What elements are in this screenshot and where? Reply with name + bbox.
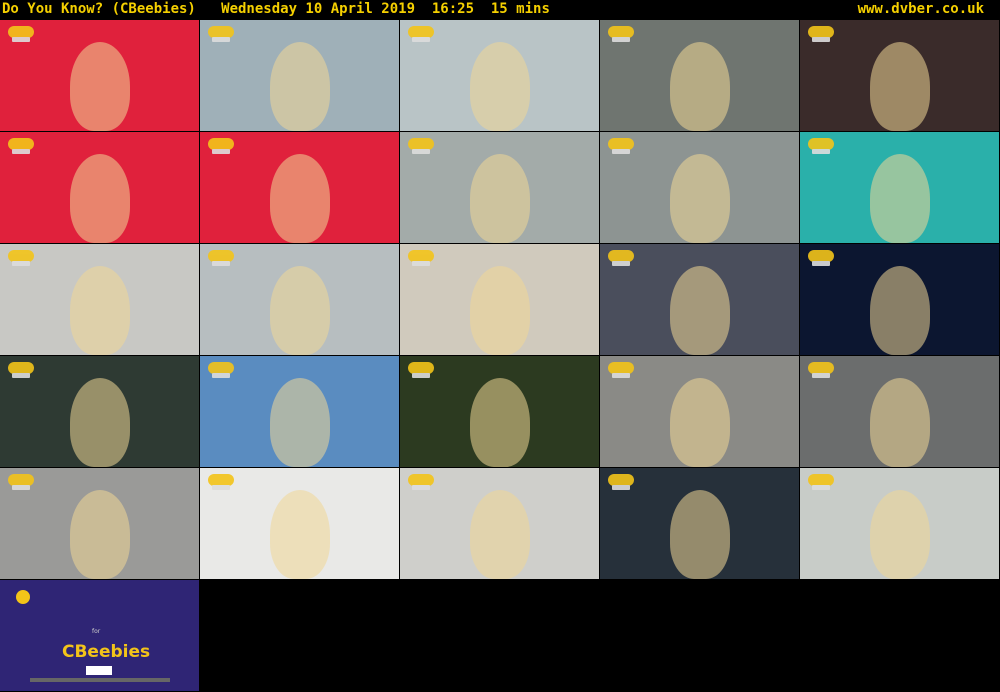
channel-logo-icon — [8, 250, 34, 266]
channel-logo-icon — [8, 362, 34, 378]
thumbnail-thermal-camera-airlock[interactable] — [800, 356, 999, 467]
channel-logo-icon — [608, 26, 634, 42]
scene-subject — [70, 490, 130, 579]
channel-logo-icon — [808, 26, 834, 42]
thumbnail-presenter-spacesuit-rocket[interactable] — [800, 468, 999, 579]
thumbnail-lift-diagram[interactable] — [0, 132, 199, 243]
scene-subject — [270, 378, 330, 467]
channel-logo-icon — [808, 362, 834, 378]
mascot-icon — [16, 590, 30, 604]
scene-subject — [70, 266, 130, 355]
thumbnail-cbeebies-endcard[interactable]: for CBeebies — [0, 580, 199, 691]
channel-logo-icon — [608, 474, 634, 490]
thumbnail-presenter-spacesuit-exhibit[interactable] — [0, 356, 199, 467]
scene-subject — [670, 490, 730, 579]
channel-logo-icon — [408, 362, 434, 378]
thumbnail-white-blur[interactable] — [400, 468, 599, 579]
thumbnail-lift-shaft-view[interactable] — [600, 132, 799, 243]
thumbnail-presenter-closeup-sky[interactable] — [200, 356, 399, 467]
scene-subject — [470, 266, 530, 355]
channel-logo-icon — [208, 362, 234, 378]
scene-subject — [870, 154, 930, 243]
scene-subject — [70, 378, 130, 467]
bbc-logo — [86, 666, 112, 675]
channel-logo-icon — [208, 474, 234, 490]
thumbnail-spacesuit-closeup[interactable] — [200, 468, 399, 579]
channel-logo-icon — [8, 474, 34, 490]
channel-logo-icon — [208, 250, 234, 266]
scene-subject — [270, 42, 330, 131]
scene-subject — [470, 378, 530, 467]
channel-logo-icon — [808, 474, 834, 490]
scene-subject — [270, 154, 330, 243]
thumbnail-presenter-lift[interactable] — [400, 20, 599, 131]
scene-subject — [270, 490, 330, 579]
thumbnail-presenter-hard-hat-worker[interactable] — [0, 244, 199, 355]
scene-subject — [470, 42, 530, 131]
scene-subject — [470, 154, 530, 243]
thumbnail-presenter-hard-hat-lift[interactable] — [400, 132, 599, 243]
scene-subject — [70, 42, 130, 131]
scene-subject — [670, 266, 730, 355]
credit-line — [30, 678, 170, 682]
header-bar: Do You Know? (CBeebies) Wednesday 10 Apr… — [0, 0, 1000, 20]
thumbnail-presenter-waving-teal-frame[interactable] — [800, 132, 999, 243]
cbeebies-logo: CBeebies — [62, 642, 151, 662]
scene-subject — [70, 154, 130, 243]
thumbnail-presenter-lift-door[interactable] — [600, 20, 799, 131]
channel-logo-icon — [408, 26, 434, 42]
channel-logo-icon — [8, 26, 34, 42]
channel-logo-icon — [408, 250, 434, 266]
thumbnail-presenter-hard-hat-worker-2[interactable] — [200, 244, 399, 355]
channel-logo-icon — [608, 250, 634, 266]
thumbnail-remote-control[interactable] — [0, 20, 199, 131]
scene-subject — [270, 266, 330, 355]
scene-subject — [670, 378, 730, 467]
scene-subject — [670, 154, 730, 243]
channel-logo-icon — [208, 138, 234, 154]
channel-logo-icon — [8, 138, 34, 154]
channel-logo-icon — [608, 138, 634, 154]
thumbnail-red-dot-display[interactable] — [800, 20, 999, 131]
channel-logo-icon — [808, 138, 834, 154]
channel-logo-icon — [208, 26, 234, 42]
scene-subject — [870, 42, 930, 131]
channel-logo-icon — [408, 138, 434, 154]
page-title: Do You Know? (CBeebies) Wednesday 10 Apr… — [2, 1, 550, 17]
endcard-for: for — [92, 628, 101, 635]
thumbnail-presenter-lift-shaft[interactable] — [200, 20, 399, 131]
channel-logo-icon — [808, 250, 834, 266]
thumbnail-lift-diagram-arrow[interactable] — [200, 132, 399, 243]
scene-subject — [670, 42, 730, 131]
site-link[interactable]: www.dvber.co.uk — [858, 1, 984, 17]
channel-logo-icon — [408, 474, 434, 490]
scene-subject — [870, 378, 930, 467]
scene-subject — [870, 490, 930, 579]
thumbnail-presenter-space-exhibit[interactable] — [600, 244, 799, 355]
thumbnail-vehicle-collage[interactable] — [400, 244, 599, 355]
scene-subject — [870, 266, 930, 355]
thumbnail-foil-pouch[interactable] — [400, 356, 599, 467]
channel-logo-icon — [608, 362, 634, 378]
thumbnail-space-stars[interactable] — [800, 244, 999, 355]
thumbnail-presenter-helmet[interactable] — [600, 468, 799, 579]
thumbnail-presenter-foil-pouch[interactable] — [0, 468, 199, 579]
thumbnail-foil-pouch-hands[interactable] — [600, 356, 799, 467]
scene-subject — [470, 490, 530, 579]
